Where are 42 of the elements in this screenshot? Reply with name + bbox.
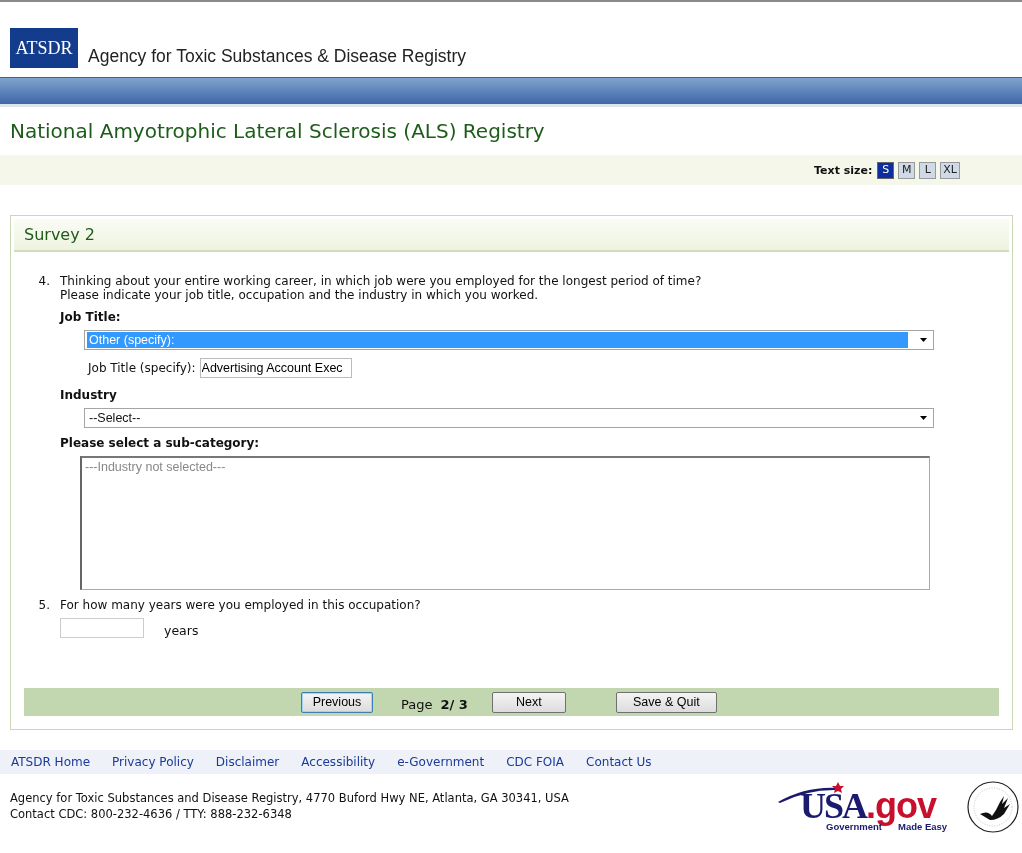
field-label: Job Title: <box>60 310 122 324</box>
agency-name: Agency for Toxic Substances & Disease Registry <box>88 46 467 67</box>
caret-icon <box>920 416 927 420</box>
field-label: Job Title (specify): <box>88 361 196 375</box>
input-field[interactable] <box>60 618 144 638</box>
field-label: Please select a sub-category: <box>60 436 261 450</box>
agency-logo: ATSDR <box>10 28 78 68</box>
input-field[interactable]: Advertising Account Exec <box>199 358 352 378</box>
address-text: Agency for Toxic Substances and Disease Registry, 4770 Buford Hwy NE, Atlanta, GA 30341, USA <box>10 790 570 806</box>
footer-link[interactable]: ATSDR Home <box>11 755 91 769</box>
list-box[interactable]: ---Industry not selected--- <box>80 456 930 590</box>
field-label: Industry <box>60 388 118 402</box>
text-size-label: Text size: <box>814 163 873 177</box>
footer-link[interactable]: Privacy Policy <box>112 755 194 769</box>
usa-gov-logo[interactable]: USA.gov Government Made Easy <box>776 780 958 840</box>
eagle-seal-icon <box>966 780 1020 834</box>
footer-link[interactable]: Accessibility <box>301 755 376 769</box>
page-number: 2/ 3 <box>440 696 468 712</box>
question-text: For how many years were you employed in this occupation? <box>60 598 422 612</box>
address-text: Contact CDC: 800-232-4636 / TTY: 888-232-6348 <box>10 806 293 822</box>
footer-link[interactable]: Disclaimer <box>215 755 280 769</box>
text-size-button[interactable]: L <box>919 161 937 179</box>
footer-link[interactable]: CDC FOIA <box>506 755 565 769</box>
question-text: Thinking about your entire working career, in which job were you employed for the longest period of time? <box>60 274 703 288</box>
footer-link[interactable]: Contact Us <box>586 755 652 769</box>
previous-button[interactable]: Previous <box>301 691 373 713</box>
text-size-button[interactable]: XL <box>940 161 960 179</box>
page-title: National Amyotrophic Lateral Sclerosis (ALS) Registry <box>10 119 545 143</box>
save-quit-button[interactable]: Save & Quit <box>615 691 717 713</box>
dropdown[interactable]: --Select-- <box>84 408 934 428</box>
text-size-button[interactable]: S <box>877 161 895 179</box>
text-size-button[interactable]: M <box>898 161 916 179</box>
next-button[interactable]: Next <box>491 691 566 713</box>
page-label: Page <box>401 696 433 712</box>
question-number: 5. <box>37 598 51 614</box>
survey-title: Survey 2 <box>24 225 95 244</box>
question-text: Please indicate your job title, occupation and the industry in which you worked. <box>60 288 540 302</box>
unit-label: years <box>164 622 199 638</box>
caret-icon <box>920 338 927 342</box>
question-number: 4. <box>37 274 51 290</box>
list-item[interactable]: ---Industry not selected--- <box>85 460 926 474</box>
footer-link[interactable]: e-Government <box>397 755 485 769</box>
